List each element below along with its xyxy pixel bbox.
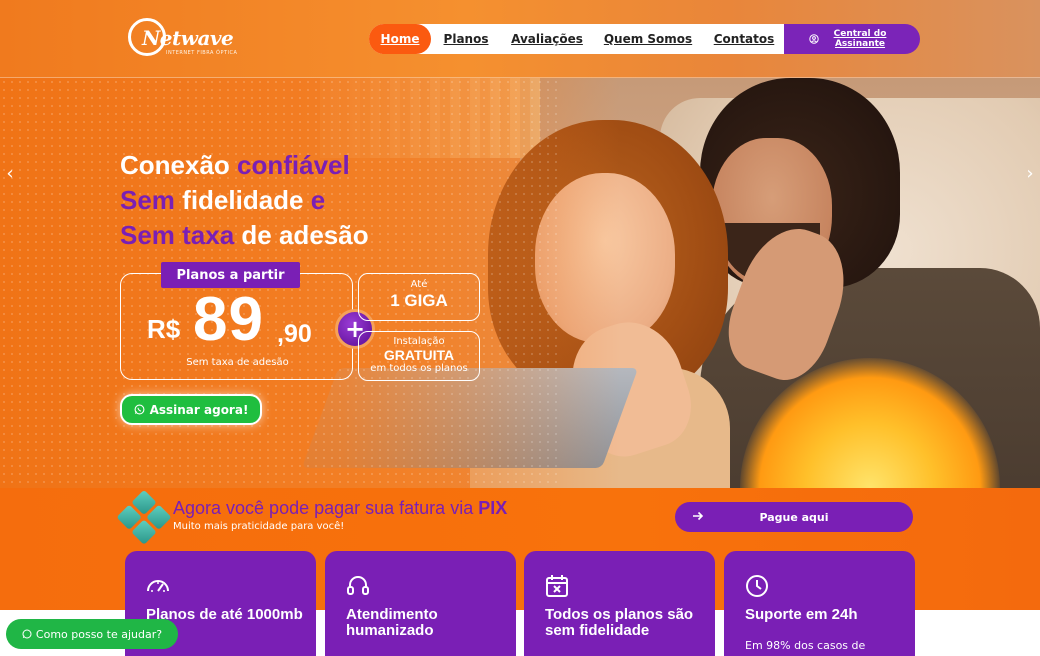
installation-box: Instalação GRATUITA em todos os planos [358, 331, 480, 381]
help-label: Como posso te ajudar? [35, 627, 163, 641]
price-box: R$ 89 ,90 Sem taxa de adesão [120, 273, 353, 380]
subscribe-label: Assinar agora! [149, 402, 249, 417]
central-assinante-label: Central do Assinante [833, 29, 887, 49]
headset-icon [347, 576, 369, 595]
calendar-x-icon [546, 575, 568, 597]
feature-card-fidelity: Todos os planos são sem fidelidade [524, 551, 715, 656]
clock-icon [746, 575, 768, 597]
nav-contatos[interactable]: Contatos [703, 24, 785, 54]
slider-prev-icon[interactable]: ‹ [2, 165, 18, 183]
speedometer-icon [147, 580, 169, 592]
pix-subtitle: Muito mais praticidade para você! [173, 521, 345, 532]
headline-text: de adesão [241, 220, 369, 250]
headline-text: fidelidade [182, 185, 311, 215]
installation-free: GRATUITA [383, 347, 455, 363]
arrow-right-icon [693, 511, 704, 521]
whatsapp-help-button[interactable]: Como posso te ajudar? [6, 619, 178, 649]
nav-avaliacoes[interactable]: Avaliações [501, 24, 593, 54]
pix-icon [116, 489, 173, 547]
nav-home[interactable]: Home [369, 24, 431, 54]
whatsapp-icon [134, 404, 145, 415]
main-nav: Home Planos Avaliações Quem Somos Contat… [369, 24, 785, 54]
headline-highlight: Sem taxa [120, 220, 242, 250]
installation-note: em todos os planos [370, 363, 468, 374]
logo-text: Netwave [142, 26, 234, 50]
central-assinante-button[interactable]: Central do Assinante [784, 24, 920, 54]
feature-card-support: Atendimento humanizado [325, 551, 516, 656]
price-note: Sem taxa de adesão [186, 357, 289, 368]
feature-card-24h: Suporte em 24h Em 98% dos casos de [724, 551, 915, 656]
headline-text: Conexão [120, 150, 238, 180]
headline-line-1: Conexão confiável [120, 148, 369, 183]
speed-prefix: Até [410, 279, 428, 290]
price-currency: R$ [147, 314, 181, 344]
price-value: 89 [193, 285, 264, 354]
user-circle-icon [809, 34, 819, 44]
headline-highlight: e [310, 185, 326, 215]
price-tag: Planos a partir [161, 262, 300, 288]
feature-title: Suporte em 24h [745, 606, 858, 623]
speed-box: Até 1 GIGA [358, 273, 480, 321]
price-cents: ,90 [277, 320, 312, 348]
pague-aqui-label: Pague aqui [759, 510, 829, 524]
speed-value: 1 GIGA [390, 291, 448, 310]
pix-title: Agora você pode pagar sua fatura via PIX [173, 498, 507, 519]
nav-quem-somos[interactable]: Quem Somos [593, 24, 703, 54]
headline-highlight: Sem [120, 185, 183, 215]
slider-next-icon[interactable]: › [1022, 165, 1038, 183]
feature-title: Atendimento humanizado [346, 606, 438, 639]
pix-title-highlight: PIX [478, 498, 508, 518]
subscribe-button[interactable]: Assinar agora! [120, 394, 262, 425]
pix-title-text: Agora você pode pagar sua fatura via [173, 498, 479, 518]
netwave-logo[interactable]: Netwave INTERNET FIBRA ÓPTICA [128, 18, 238, 62]
nav-planos[interactable]: Planos [431, 24, 501, 54]
feature-title: Todos os planos são sem fidelidade [545, 606, 694, 639]
headline-highlight: confiável [237, 150, 350, 180]
headline-line-2: Sem fidelidade e [120, 183, 369, 218]
hero-headline: Conexão confiável Sem fidelidade e Sem t… [120, 148, 369, 253]
pague-aqui-button[interactable]: Pague aqui [675, 502, 913, 532]
logo-subtitle: INTERNET FIBRA ÓPTICA [166, 50, 238, 56]
site-header: Netwave INTERNET FIBRA ÓPTICA Home Plano… [0, 0, 1040, 78]
hero-banner: ‹ › Conexão confiável Sem fidelidade e S… [0, 78, 1040, 488]
headline-line-3: Sem taxa de adesão [120, 218, 369, 253]
feature-text: Em 98% dos casos de [745, 639, 866, 652]
whatsapp-icon [22, 629, 32, 639]
